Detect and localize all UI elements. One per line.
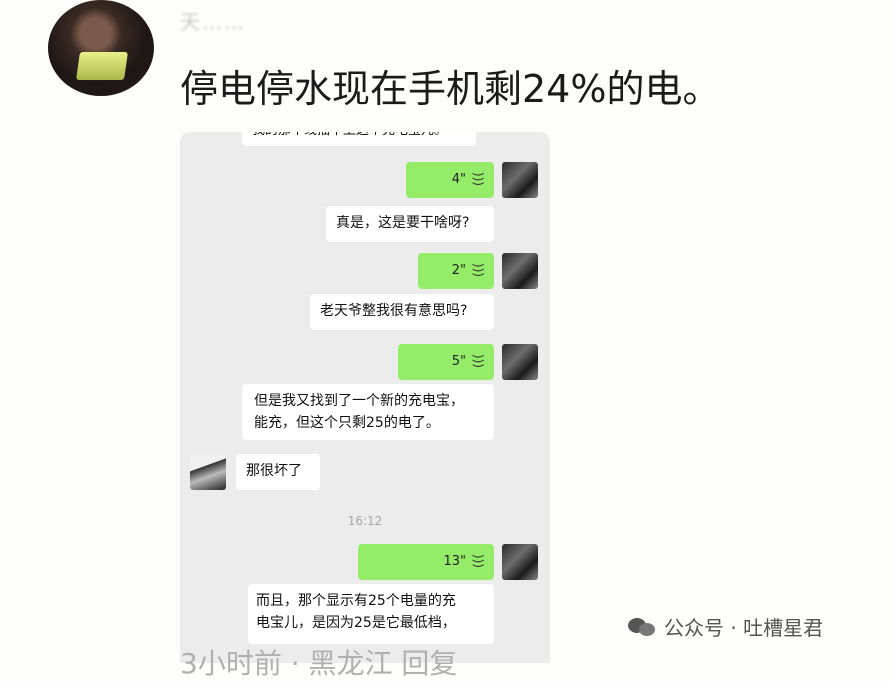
poster-avatar[interactable] [48, 0, 154, 96]
message-line: 但是我又找到了一个新的充电宝， [254, 393, 464, 409]
voice-message[interactable]: 13" ((( [358, 544, 494, 580]
voice-duration: 2" [451, 263, 466, 278]
avatar-glow [76, 52, 128, 80]
voice-duration: 5" [451, 354, 466, 369]
message-bubble: 真是，这是要干啥呀? [326, 206, 494, 242]
message-bubble: 那很坏了 [236, 454, 320, 490]
voice-message[interactable]: 2" ((( [418, 253, 494, 289]
watermark: 公众号 · 吐槽星君 [628, 612, 823, 641]
self-avatar[interactable] [502, 162, 538, 198]
self-avatar[interactable] [502, 544, 538, 580]
chat-screenshot: 我的那个线插不上这个充电宝儿。 4" ((( 真是，这是要干啥呀? 2" (((… [180, 132, 550, 663]
message-line: 电宝儿，是因为25是它最低档， [256, 615, 456, 631]
voice-wave-icon: ((( [471, 553, 485, 568]
self-avatar[interactable] [502, 253, 538, 289]
other-avatar[interactable] [190, 454, 226, 490]
message-line: 能充，但这个只剩25的电了。 [254, 415, 440, 431]
voice-duration: 4" [451, 172, 466, 187]
poster-username[interactable]: 天…… [180, 6, 360, 32]
message-line: 而且，那个显示有25个电量的充 [256, 593, 456, 609]
chat-timestamp: 16:12 [347, 514, 383, 528]
message-bubble: 而且，那个显示有25个电量的充 电宝儿，是因为25是它最低档， [248, 584, 494, 644]
voice-wave-icon: ((( [471, 353, 485, 368]
voice-wave-icon: ((( [471, 171, 485, 186]
watermark-text: 公众号 · 吐槽星君 [664, 616, 824, 640]
self-avatar[interactable] [502, 344, 538, 380]
voice-message[interactable]: 4" ((( [406, 162, 494, 198]
voice-wave-icon: ((( [471, 262, 485, 277]
message-partial: 我的那个线插不上这个充电宝儿。 [242, 132, 476, 146]
voice-message[interactable]: 5" ((( [398, 344, 494, 380]
voice-duration: 13" [443, 554, 466, 569]
post-text: 停电停水现在手机剩24%的电。 [180, 67, 721, 111]
wechat-icon [628, 616, 656, 638]
message-bubble: 老天爷整我很有意思吗? [310, 294, 494, 330]
comment-meta: 3小时前 · 黑龙江 回复 [180, 647, 458, 680]
message-bubble: 但是我又找到了一个新的充电宝， 能充，但这个只剩25的电了。 [242, 384, 494, 440]
